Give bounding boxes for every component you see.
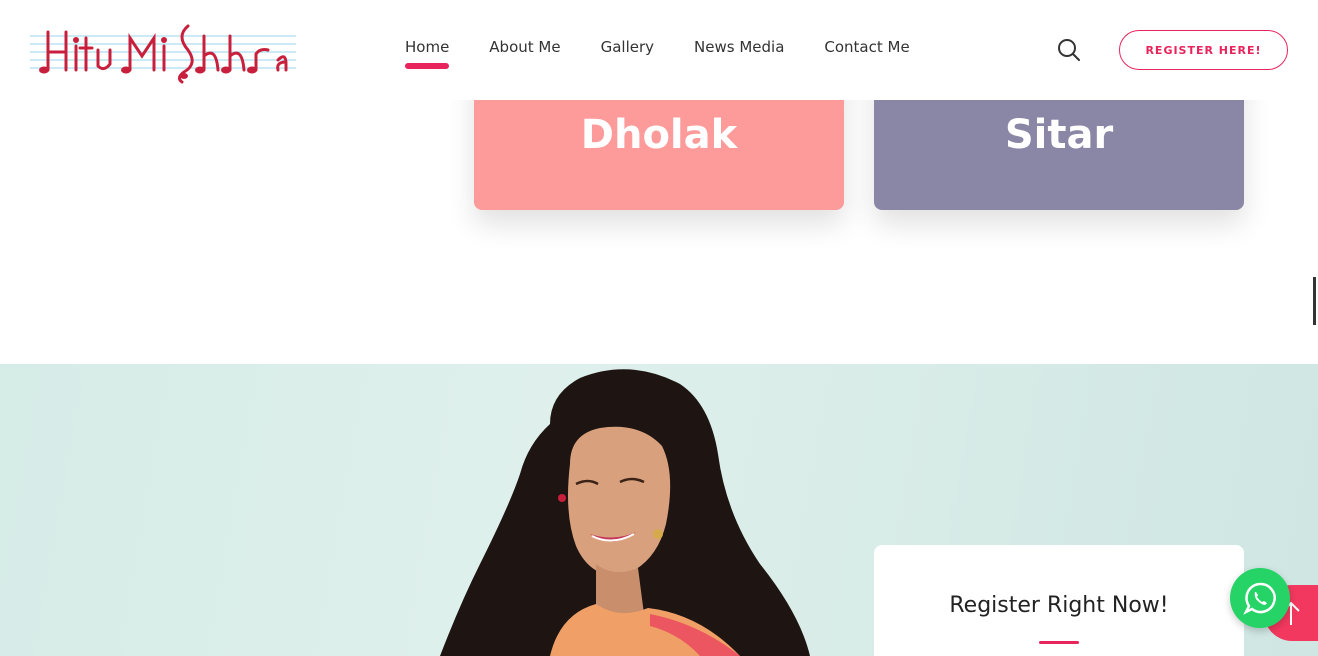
nav-item-gallery[interactable]: Gallery	[601, 38, 654, 56]
main-nav: Home About Me Gallery News Media Contact…	[405, 38, 910, 69]
instrument-title: Sitar	[1004, 112, 1114, 158]
search-icon[interactable]	[1056, 37, 1082, 63]
nav-item-home[interactable]: Home	[405, 38, 450, 69]
nav-item-contact-me[interactable]: Contact Me	[824, 38, 909, 56]
nav-item-about-me[interactable]: About Me	[489, 38, 560, 56]
nav-item-label: About Me	[489, 38, 561, 56]
register-panel-title: Register Right Now!	[949, 593, 1169, 618]
register-here-button[interactable]: REGISTER HERE!	[1119, 30, 1288, 70]
nav-item-label: Home	[405, 38, 450, 56]
page: Dholak Sitar Home About Me Gallery News …	[0, 0, 1318, 656]
nav-item-label: News Media	[694, 38, 785, 56]
scroll-indicator[interactable]	[1313, 277, 1316, 325]
register-panel: Register Right Now!	[874, 545, 1244, 656]
nav-item-label: Gallery	[600, 38, 655, 56]
site-logo[interactable]	[30, 16, 296, 84]
nav-active-indicator	[405, 63, 450, 69]
site-header: Home About Me Gallery News Media Contact…	[0, 0, 1318, 100]
singer-photo	[440, 369, 810, 656]
nav-item-label: Contact Me	[824, 38, 910, 56]
whatsapp-button[interactable]	[1230, 568, 1290, 628]
whatsapp-icon	[1243, 582, 1276, 615]
register-here-label: REGISTER HERE!	[1145, 43, 1262, 57]
nav-item-news-media[interactable]: News Media	[694, 38, 784, 56]
instrument-title: Dholak	[580, 112, 738, 158]
title-divider	[1039, 641, 1079, 644]
